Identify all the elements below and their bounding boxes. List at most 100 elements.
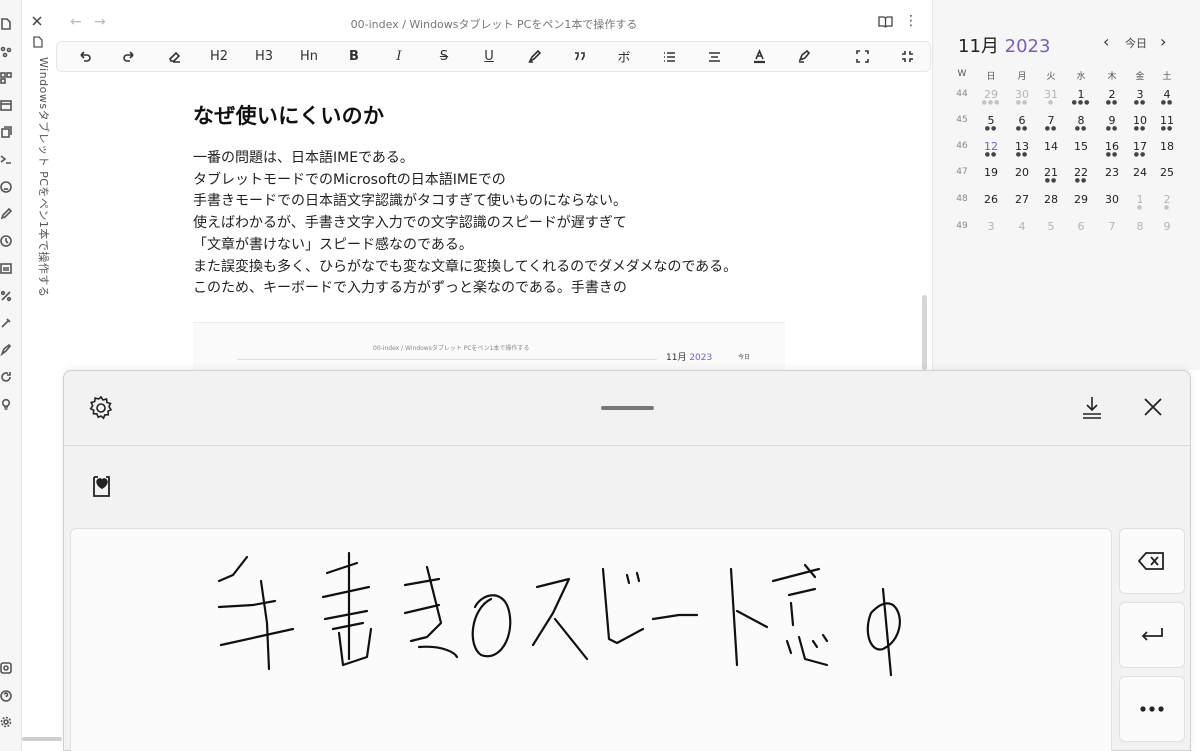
clock-icon[interactable] <box>0 235 12 247</box>
collapse-button[interactable] <box>890 42 924 71</box>
calendar-day[interactable]: 20 <box>1010 166 1034 179</box>
calendar-note-dots: ●● <box>984 151 998 158</box>
graph-icon[interactable] <box>0 46 12 58</box>
list-button[interactable] <box>652 42 686 71</box>
calendar-note-dots: ●● <box>1044 177 1058 184</box>
hn-button[interactable]: Hn <box>292 42 326 71</box>
terminal-icon[interactable] <box>0 153 12 165</box>
calendar-day[interactable]: 6 <box>1069 220 1093 233</box>
chevron-left-icon[interactable]: ‹ <box>1103 32 1109 51</box>
copy-icon[interactable] <box>0 126 12 138</box>
calendar-day[interactable]: 15 <box>1069 140 1093 153</box>
vertical-tab-title[interactable]: Windowsタブレット PCをペン1本で操作する <box>36 57 52 297</box>
pen-icon[interactable] <box>0 208 12 220</box>
calendar-days-icon[interactable] <box>0 262 12 274</box>
align-button[interactable] <box>697 42 731 71</box>
close-tab-icon[interactable] <box>30 14 44 28</box>
calendar-day[interactable]: 18 <box>1155 140 1179 153</box>
highlight-pen-button[interactable] <box>517 42 551 71</box>
redo-button[interactable] <box>112 42 146 71</box>
calendar-day[interactable]: 24 <box>1128 166 1152 179</box>
calendar-day[interactable]: 30 <box>1100 193 1124 206</box>
calendar-day[interactable]: 19 <box>979 166 1003 179</box>
calendar-day[interactable]: 14 <box>1039 140 1063 153</box>
calendar-icon[interactable] <box>0 99 12 111</box>
percent-icon[interactable] <box>0 290 12 302</box>
calendar-day[interactable]: 9 <box>1155 220 1179 233</box>
chevron-right-icon[interactable]: › <box>1160 32 1166 51</box>
calendar-day[interactable]: 8 <box>1128 220 1152 233</box>
drag-handle[interactable] <box>601 406 654 410</box>
grid-icon[interactable] <box>0 72 12 84</box>
calendar-week-number[interactable]: 47 <box>950 167 974 177</box>
note-content[interactable]: なぜ使いにくいのか 一番の問題は、日本語IMEである。 タブレットモードでのMi… <box>193 100 737 300</box>
calendar-note-dots: ●● <box>1015 125 1029 132</box>
calendar-week-number[interactable]: 46 <box>950 141 974 151</box>
calendar-day[interactable]: 28 <box>1039 193 1063 206</box>
calendar-note-dots: ● <box>1163 204 1171 211</box>
calendar-day[interactable]: 4 <box>1010 220 1034 233</box>
calendar-header: 月 <box>1017 72 1027 82</box>
dock-icon[interactable] <box>1080 395 1104 421</box>
h2-button[interactable]: H2 <box>202 42 236 71</box>
enter-key[interactable] <box>1119 602 1185 668</box>
calendar-day[interactable]: 7 <box>1100 220 1124 233</box>
gear-icon[interactable] <box>88 395 114 421</box>
tools-icon[interactable] <box>0 317 12 329</box>
underline-button[interactable]: U <box>472 42 506 71</box>
ellipsis-icon <box>1140 706 1164 712</box>
undo-button[interactable] <box>67 42 101 71</box>
vault-icon[interactable] <box>0 662 12 674</box>
calendar-header: 土 <box>1162 72 1172 82</box>
embedded-toolbar <box>237 359 657 369</box>
editor-scrollbar[interactable] <box>922 295 927 370</box>
calendar-week-number[interactable]: 45 <box>950 115 974 125</box>
tab-strip: Windowsタブレット PCをペン1本で操作する <box>22 0 54 751</box>
font-color-button[interactable] <box>742 42 776 71</box>
italic-button[interactable]: I <box>382 42 416 71</box>
quote-button[interactable] <box>562 42 596 71</box>
calendar-day[interactable]: 26 <box>979 193 1003 206</box>
today-button[interactable]: 今日 <box>1125 35 1147 51</box>
strikethrough-button[interactable]: S <box>427 42 461 71</box>
lightbulb-icon[interactable] <box>0 398 12 410</box>
more-options-icon[interactable]: ⋮ <box>904 14 918 28</box>
left-ribbon <box>0 0 22 751</box>
calendar-week-number[interactable]: 48 <box>950 194 974 204</box>
calendar-day[interactable]: 25 <box>1155 166 1179 179</box>
backspace-key[interactable] <box>1119 528 1185 594</box>
calendar-week-number[interactable]: 49 <box>950 221 974 231</box>
more-key[interactable] <box>1119 676 1185 742</box>
settings-icon[interactable] <box>0 716 12 728</box>
ruby-button[interactable]: ボ <box>607 42 641 71</box>
embedded-screenshot: 00-index / Windowsタブレット PCをペン1本で操作する 11月… <box>193 322 785 370</box>
calendar-day[interactable]: 27 <box>1010 193 1034 206</box>
calendar-day[interactable]: 23 <box>1100 166 1124 179</box>
calendar-note-dots: ●● <box>1044 125 1058 132</box>
bold-button[interactable]: B <box>337 42 371 71</box>
refresh-icon[interactable] <box>0 371 12 383</box>
clipboard-heart-icon[interactable] <box>89 471 115 499</box>
file-icon[interactable] <box>0 18 12 30</box>
calendar-week-number[interactable]: 44 <box>950 89 974 99</box>
backspace-icon <box>1137 552 1164 570</box>
close-icon[interactable] <box>1142 396 1164 418</box>
editing-toolbar: H2 H3 Hn B I S U ボ <box>56 41 931 72</box>
background-color-button[interactable] <box>787 42 821 71</box>
calendar-day[interactable]: 29 <box>1069 193 1093 206</box>
calendar-day[interactable]: 5 <box>1039 220 1063 233</box>
marker-icon[interactable] <box>0 344 12 356</box>
breadcrumb[interactable]: 00-index / Windowsタブレット PCをペン1本で操作する <box>54 16 934 32</box>
calendar-note-dots: ● <box>1136 204 1144 211</box>
calendar-day[interactable]: 3 <box>979 220 1003 233</box>
reading-mode-icon[interactable] <box>878 15 893 28</box>
horizontal-scrollbar[interactable] <box>22 737 62 741</box>
h3-button[interactable]: H3 <box>247 42 281 71</box>
handwriting-canvas[interactable] <box>70 528 1112 751</box>
calendar-header: 木 <box>1107 72 1117 82</box>
smile-icon[interactable] <box>0 181 12 193</box>
help-icon[interactable] <box>0 690 12 702</box>
clear-format-button[interactable] <box>157 42 191 71</box>
fullscreen-button[interactable] <box>845 42 879 71</box>
calendar-note-dots: ●● <box>1133 151 1147 158</box>
